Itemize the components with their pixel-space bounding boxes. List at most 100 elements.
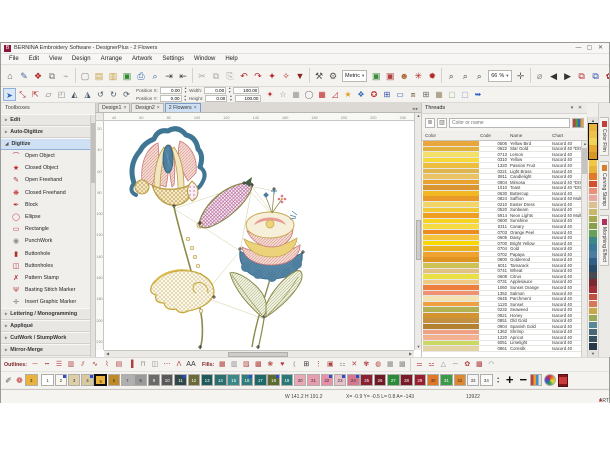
no-fill-icon[interactable]: ─	[449, 359, 461, 371]
send-to-back-icon[interactable]: ⧉	[575, 68, 589, 84]
insert-artwork-icon[interactable]: ✧	[279, 68, 293, 84]
link-icon[interactable]: ⌁	[59, 68, 73, 84]
palette-color-7[interactable]: 7	[121, 374, 134, 387]
film-color-chip[interactable]	[589, 265, 597, 272]
menu-file[interactable]: File	[4, 56, 24, 62]
palette-color-21[interactable]: 21	[307, 374, 320, 387]
show-artwork-icon[interactable]: ▣	[369, 68, 383, 84]
print-preview-icon[interactable]: ⌕	[148, 68, 162, 84]
film-color-chip[interactable]	[589, 343, 597, 350]
zoom-in-icon[interactable]: ⌕	[458, 68, 472, 84]
menu-window[interactable]: Window	[189, 56, 220, 62]
palette-color-22[interactable]: 22	[321, 374, 334, 387]
palette-color-27[interactable]: 27	[387, 374, 400, 387]
ellipse-stamp-icon[interactable]: ◯	[303, 88, 316, 101]
film-color-chip[interactable]	[589, 173, 597, 180]
palette-color-28[interactable]: 28	[400, 374, 413, 387]
palette-color-16[interactable]: 16	[241, 374, 254, 387]
palette-color-4[interactable]: 4	[81, 374, 94, 387]
tab-2-flowers[interactable]: 2 Flowers×	[165, 103, 201, 112]
show-template-icon[interactable]: ⧈	[407, 88, 420, 101]
flower-fill-icon[interactable]: ❀	[264, 359, 276, 371]
film-color-chip[interactable]	[589, 166, 597, 173]
palette-color-13[interactable]: 13	[201, 374, 214, 387]
contour-fill-icon[interactable]: ◍	[372, 359, 384, 371]
tool-basting-stitch-marker[interactable]: ΨBasting Stitch Marker	[1, 284, 95, 296]
palette-spinner[interactable]: ▲▼	[496, 376, 499, 384]
fancy-fill-icon[interactable]: ▨	[240, 359, 252, 371]
menu-view[interactable]: View	[44, 56, 67, 62]
close-button[interactable]: ✕	[595, 43, 606, 53]
paste-icon[interactable]: ⎘	[223, 68, 237, 84]
panel-tab-carving-stamp[interactable]: Carving Stamp	[600, 161, 609, 210]
toolbox-section-auto-digitize[interactable]: ▹Auto-Digitize	[1, 126, 95, 138]
options-icon[interactable]: ⚙	[326, 68, 340, 84]
menu-artwork[interactable]: Artwork	[127, 56, 157, 62]
menu-design[interactable]: Design	[67, 56, 96, 62]
tool-ellipse[interactable]: ◯Ellipse	[1, 211, 95, 223]
multi-hooping-icon[interactable]: ⧉	[45, 68, 59, 84]
open-design-icon[interactable]: ▤	[92, 68, 106, 84]
copy-icon[interactable]: ⧉	[209, 68, 223, 84]
design-playback-icon[interactable]: ➥	[472, 88, 485, 101]
film-color-chip[interactable]	[589, 322, 597, 329]
satin-outline-icon[interactable]: ▥	[65, 359, 77, 371]
blanket-outline-icon[interactable]: ▤	[113, 359, 125, 371]
film-color-chip[interactable]	[589, 237, 597, 244]
position-x-input[interactable]	[160, 87, 182, 94]
tool-block[interactable]: ✒Block	[1, 199, 95, 211]
next-color-icon[interactable]: ▶	[561, 68, 575, 84]
embroidery-canvas-icon[interactable]: ❖	[31, 68, 45, 84]
toolbox-section-mirror-merge[interactable]: ▹Mirror-Merge	[1, 344, 95, 356]
machine-icon[interactable]: ▼	[293, 68, 307, 84]
column-name[interactable]: Name	[510, 133, 552, 138]
fancy-edge-icon[interactable]: ◿	[329, 88, 342, 101]
position-x-spinner[interactable]: ▲▼	[184, 87, 187, 93]
maximize-button[interactable]: ▢	[584, 43, 595, 53]
pin-icon[interactable]: ▾	[568, 105, 576, 111]
tool-closed-object[interactable]: ★Closed Object	[1, 162, 95, 174]
ripple-fill-icon[interactable]: ⦅	[288, 359, 300, 371]
portal-home-icon[interactable]: ⌂	[3, 68, 17, 84]
carving-stamp-icon[interactable]: ▦	[290, 88, 303, 101]
redo-icon[interactable]: ↷	[251, 68, 265, 84]
film-down-icon[interactable]: ▼	[588, 350, 598, 357]
panel-tab-morphing-effect[interactable]: Morphing Effect	[600, 215, 609, 266]
globe-effect-icon[interactable]: ◠	[485, 359, 497, 371]
tab-close-icon[interactable]: ×	[194, 105, 197, 111]
film-color-chip[interactable]	[589, 216, 597, 223]
open-recent-icon[interactable]: ▥	[106, 68, 120, 84]
print-icon[interactable]: ⎙	[134, 68, 148, 84]
film-color-chip[interactable]	[589, 195, 597, 202]
pattern-fill-icon[interactable]: ▣	[324, 359, 336, 371]
thread-row[interactable]: 0861CornsilkIsacord 40	[422, 346, 581, 352]
column-code[interactable]: Code	[480, 133, 510, 138]
height-spinner[interactable]: ▲▼	[229, 95, 232, 101]
applique-tool-icon[interactable]: ❖	[355, 88, 368, 101]
star-effect-icon[interactable]: ✿	[461, 359, 473, 371]
candlewicking-icon[interactable]: ⋯	[161, 359, 173, 371]
palette-color-29[interactable]: 29	[414, 374, 427, 387]
palette-color-17[interactable]: 17	[254, 374, 267, 387]
toolbox-section-edit[interactable]: ▹Edit	[1, 114, 95, 126]
menu-help[interactable]: Help	[220, 56, 242, 62]
toolbox-section-cutwork-stumpwork[interactable]: ▹CutWork / StumpWork	[1, 332, 95, 344]
new-design-icon[interactable]: ▢	[78, 68, 92, 84]
tab-design2[interactable]: Design2×	[131, 103, 163, 112]
zoom-box-icon[interactable]: ⌕	[444, 68, 458, 84]
palette-color-15[interactable]: 15	[227, 374, 240, 387]
film-color-chip[interactable]	[589, 188, 597, 195]
sculpture-run-icon[interactable]: ☰	[53, 359, 65, 371]
design-tools-icon[interactable]: ⚒	[312, 68, 326, 84]
satin-fill-icon[interactable]: ▥	[228, 359, 240, 371]
rotate-left-icon[interactable]: ↺	[94, 88, 107, 101]
canvas-vscrollbar[interactable]: ▲ ▼	[414, 113, 421, 350]
film-color-chip[interactable]	[589, 181, 597, 188]
canvas-hscrollbar[interactable]: ◀ ▶	[104, 350, 414, 357]
minimize-button[interactable]: —	[573, 43, 584, 53]
film-color-chip[interactable]	[589, 315, 597, 322]
reshape-tool-icon[interactable]: ⤡	[16, 88, 29, 101]
tool-rectangle[interactable]: ▭Rectangle	[1, 223, 95, 235]
tab-scroll-arrows[interactable]: ◂ ▸	[412, 106, 421, 112]
tool-open-freehand[interactable]: ✎Open Freehand	[1, 174, 95, 186]
